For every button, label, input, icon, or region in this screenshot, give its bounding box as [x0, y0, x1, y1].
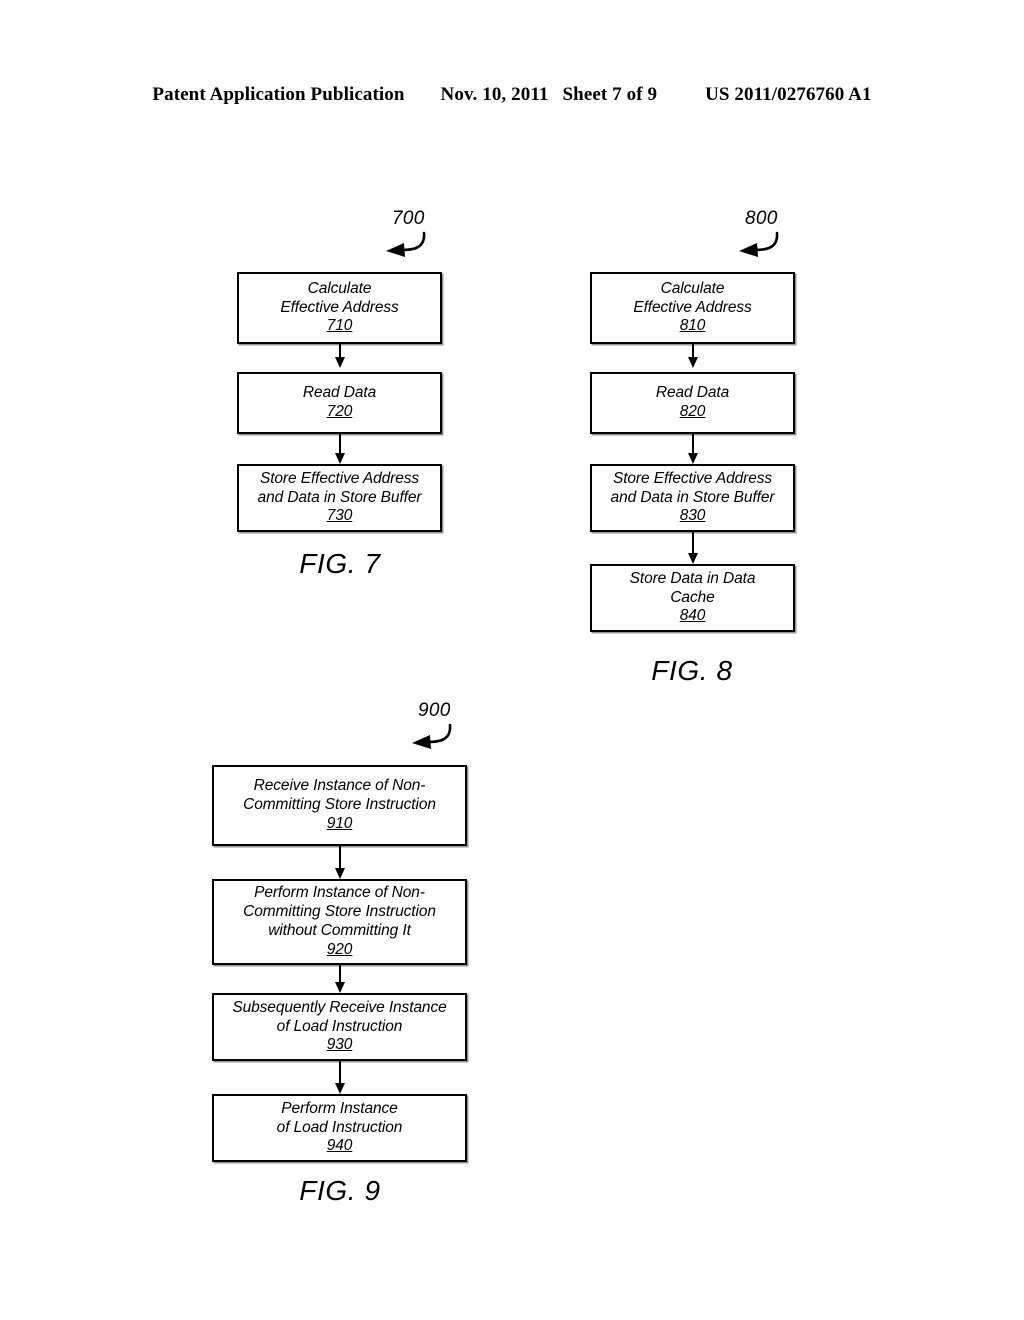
- header-date: Nov. 10, 2011: [440, 84, 549, 105]
- flow-step-830[interactable]: Store Effective Address and Data in Store…: [590, 464, 795, 532]
- connector-720-730: [332, 434, 348, 464]
- lead-arrow-900: [412, 723, 452, 749]
- connector-910-920: [332, 846, 348, 879]
- header-publication-title: Patent Application Publication: [152, 84, 405, 105]
- flow-step-840-ref: 840: [679, 607, 706, 625]
- flow-step-940[interactable]: Perform Instance of Load Instruction 940: [212, 1094, 467, 1162]
- flow-step-820[interactable]: Read Data 820: [590, 372, 795, 434]
- flow-step-940-ref: 940: [326, 1137, 353, 1155]
- connector-810-820: [685, 344, 701, 368]
- flow-step-910[interactable]: Receive Instance of Non- Committing Store…: [212, 765, 467, 846]
- flow-step-840-text: Store Data in Data Cache 840: [629, 569, 756, 625]
- header-sheet-number: Sheet 7 of 9: [562, 84, 658, 105]
- header-patent-number: US 2011/0276760 A1: [705, 84, 872, 105]
- flow-step-820-ref: 820: [679, 403, 706, 420]
- flow-step-720-text: Read Data 720: [302, 384, 377, 420]
- flow-step-820-text: Read Data 820: [655, 384, 730, 420]
- connector-710-720: [332, 344, 348, 368]
- page-header: Patent Application Publication Nov. 10, …: [0, 84, 1024, 114]
- flow-step-810-text: Calculate Effective Address 810: [633, 279, 752, 335]
- connector-920-930: [332, 965, 348, 993]
- lead-arrow-700: [386, 231, 426, 257]
- connector-930-940: [332, 1061, 348, 1094]
- flow-step-710-ref: 710: [326, 317, 353, 335]
- flow-step-810-ref: 810: [679, 317, 706, 335]
- connector-830-840: [685, 532, 701, 564]
- patent-drawing-page: Patent Application Publication Nov. 10, …: [0, 0, 1024, 1320]
- flow-step-930-ref: 930: [326, 1036, 353, 1054]
- lead-arrow-800: [739, 231, 779, 257]
- flow-step-710[interactable]: Calculate Effective Address 710: [237, 272, 442, 344]
- flow-step-730-text: Store Effective Address and Data in Store…: [257, 469, 422, 525]
- flow-step-910-ref: 910: [326, 814, 353, 832]
- flow-step-840[interactable]: Store Data in Data Cache 840: [590, 564, 795, 632]
- figure-number-900: 900: [418, 700, 451, 721]
- figure-caption-8: FIG. 8: [651, 655, 733, 686]
- flow-step-930[interactable]: Subsequently Receive Instance of Load Ins…: [212, 993, 467, 1061]
- flow-step-910-text: Receive Instance of Non- Committing Store…: [243, 777, 436, 832]
- figure-caption-9: FIG. 9: [299, 1175, 381, 1206]
- flow-step-730-ref: 730: [326, 507, 353, 525]
- figure-caption-7: FIG. 7: [299, 548, 381, 579]
- connector-820-830: [685, 434, 701, 464]
- flow-step-830-text: Store Effective Address and Data in Store…: [610, 469, 775, 525]
- flow-step-720-ref: 720: [326, 403, 353, 420]
- flow-step-930-text: Subsequently Receive Instance of Load Ins…: [232, 998, 447, 1054]
- flow-step-810[interactable]: Calculate Effective Address 810: [590, 272, 795, 344]
- flow-step-920[interactable]: Perform Instance of Non- Committing Store…: [212, 879, 467, 965]
- figure-number-800: 800: [745, 208, 778, 229]
- flow-step-920-ref: 920: [326, 940, 353, 958]
- flow-step-710-text: Calculate Effective Address 710: [280, 279, 399, 335]
- flow-step-940-text: Perform Instance of Load Instruction 940: [276, 1099, 403, 1155]
- flow-step-830-ref: 830: [679, 507, 706, 525]
- flow-step-720[interactable]: Read Data 720: [237, 372, 442, 434]
- figure-number-700: 700: [392, 208, 425, 229]
- flow-step-730[interactable]: Store Effective Address and Data in Store…: [237, 464, 442, 532]
- flow-step-920-text: Perform Instance of Non- Committing Store…: [243, 884, 436, 958]
